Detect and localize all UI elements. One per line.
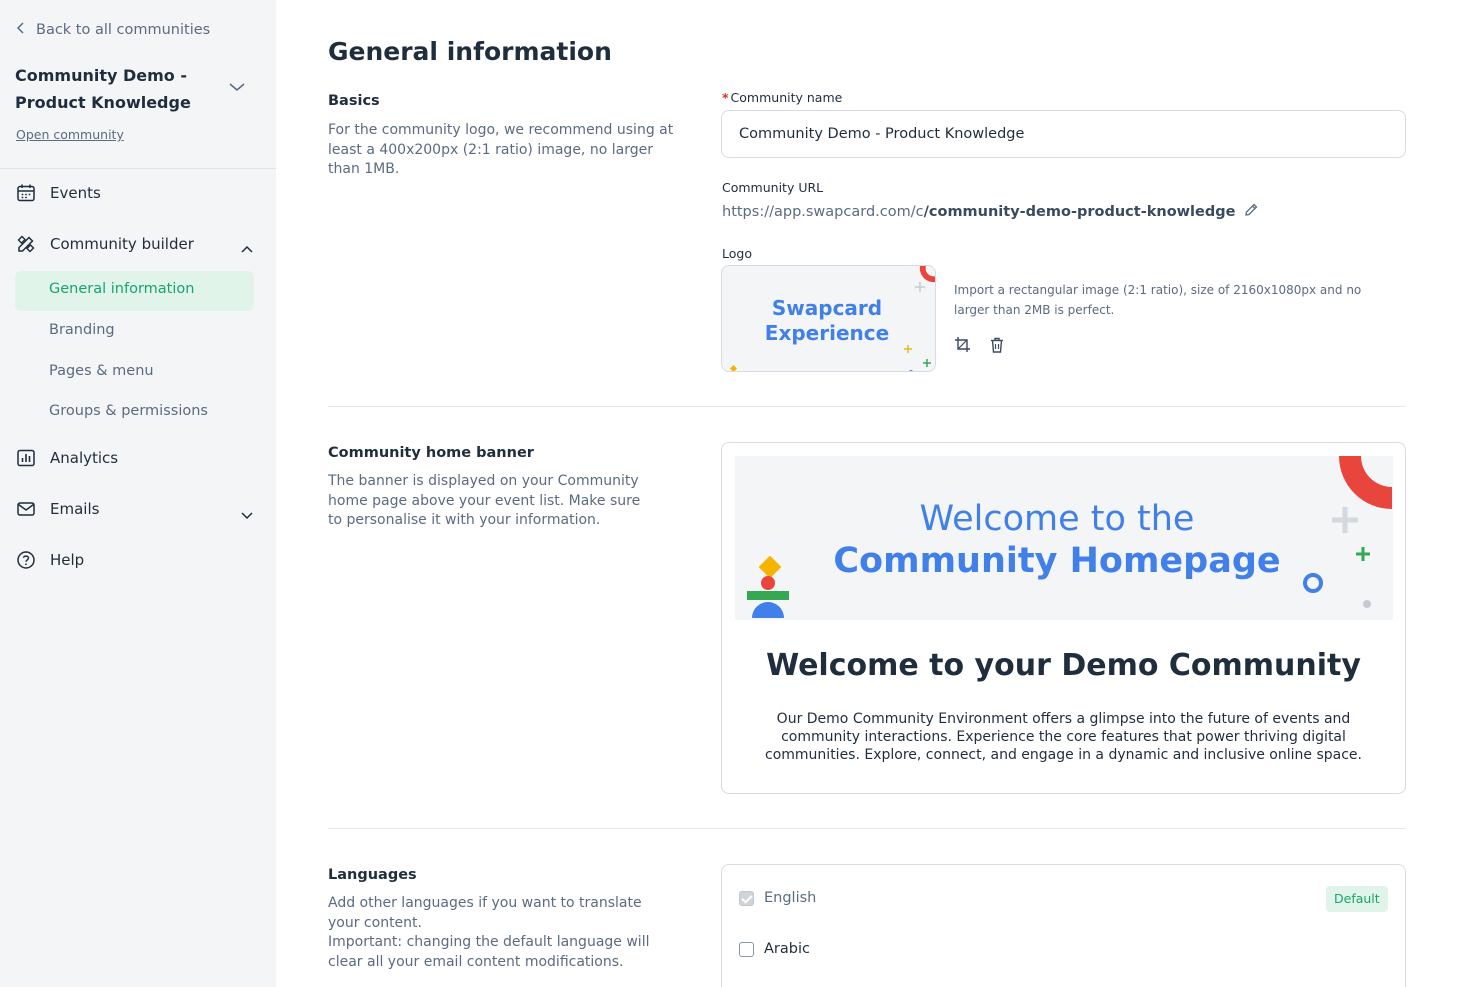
logo-text: Swapcard Experience: [722, 296, 932, 346]
required-marker: *: [722, 90, 729, 105]
languages-section-description: Add other languages if you want to trans…: [328, 894, 668, 972]
basics-section-title: Basics: [328, 93, 380, 109]
trash-icon[interactable]: [988, 336, 1006, 358]
back-to-communities-link[interactable]: Back to all communities: [16, 22, 210, 38]
banner-section-title: Community home banner: [328, 445, 534, 461]
crop-icon[interactable]: [954, 336, 972, 358]
community-title: Community Demo - Product Knowledge: [15, 66, 191, 112]
logo-text-line1: Swapcard: [771, 296, 883, 320]
language-option-english[interactable]: English: [739, 890, 816, 906]
banner-image-line1: Welcome to the: [919, 499, 1195, 539]
banner-section-description: The banner is displayed on your Communit…: [328, 473, 641, 528]
language-label: English: [764, 890, 817, 906]
logo-text-line2: Experience: [764, 321, 890, 345]
page-title: General information: [328, 37, 612, 66]
banner-image-line2: Community Homepage: [833, 541, 1281, 581]
sidebar: Back to all communities Community Demo -…: [0, 0, 276, 987]
section-divider: [328, 406, 1406, 407]
languages-section-title: Languages: [328, 867, 417, 883]
community-url-text: https://app.swapcard.com/c/community-dem…: [722, 204, 1235, 220]
pencil-ruler-icon: [16, 234, 36, 254]
url-prefix: https://app.swapcard.com/c: [722, 204, 924, 220]
community-url: https://app.swapcard.com/c/community-dem…: [722, 202, 1259, 222]
banner-heading: Welcome to your Demo Community: [766, 648, 1361, 683]
sidebar-item-label: Events: [50, 184, 101, 202]
banner-body: Our Demo Community Environment offers a …: [765, 711, 1362, 763]
sidebar-subitem-general-information[interactable]: General information: [49, 281, 194, 297]
sidebar-subitem-branding[interactable]: Branding: [49, 322, 115, 338]
community-url-label: Community URL: [722, 180, 824, 195]
open-community-link[interactable]: Open community: [16, 127, 124, 142]
sidebar-divider: [0, 168, 276, 169]
basics-section-description: For the community logo, we recommend usi…: [328, 122, 674, 177]
main-content: General information Basics For the commu…: [276, 0, 1480, 987]
banner-image: Welcome to the Community Homepage: [735, 456, 1393, 620]
chevron-down-icon[interactable]: [240, 505, 254, 524]
section-divider: [328, 828, 1406, 829]
url-slug: /community-demo-product-knowledge: [923, 204, 1236, 220]
languages-card: English Default Arabic: [721, 864, 1406, 987]
community-name-input[interactable]: [721, 110, 1406, 158]
community-name-label-text: Community name: [730, 90, 843, 105]
banner-preview-card[interactable]: Welcome to the Community Homepage Welcom…: [721, 442, 1406, 794]
language-option-arabic[interactable]: Arabic: [739, 941, 810, 957]
sidebar-item-community-builder[interactable]: Community builder: [16, 234, 194, 254]
sidebar-subitem-pages-menu[interactable]: Pages & menu: [49, 363, 154, 379]
sidebar-item-events[interactable]: Events: [16, 183, 101, 203]
languages-description-line2: Important: changing the default language…: [328, 934, 650, 970]
sidebar-item-emails[interactable]: Emails: [16, 499, 99, 519]
edit-pencil-icon[interactable]: [1243, 202, 1259, 222]
sidebar-item-analytics[interactable]: Analytics: [16, 448, 118, 468]
logo-actions: [954, 336, 1006, 358]
sidebar-item-help[interactable]: Help: [16, 550, 84, 570]
sidebar-item-label: Help: [50, 551, 85, 569]
chevron-up-icon[interactable]: [240, 240, 254, 259]
default-language-badge: Default: [1326, 886, 1388, 912]
languages-description-line1: Add other languages if you want to trans…: [328, 895, 642, 931]
sidebar-item-label: Analytics: [50, 449, 119, 467]
language-label: Arabic: [764, 941, 810, 957]
app-root: Back to all communities Community Demo -…: [0, 0, 1480, 987]
chevron-left-icon: [16, 22, 26, 38]
calendar-icon: [16, 183, 36, 203]
checkbox-checked-disabled[interactable]: [739, 890, 754, 906]
sidebar-item-label: Community builder: [50, 235, 194, 253]
logo-preview[interactable]: Swapcard Experience: [721, 265, 936, 372]
help-circle-icon: [16, 550, 36, 570]
community-name-label: * Community name: [722, 90, 842, 105]
checkbox[interactable]: [739, 941, 754, 957]
sidebar-subitem-groups-permissions[interactable]: Groups & permissions: [49, 403, 208, 419]
envelope-icon: [16, 499, 36, 519]
logo-hint: Import a rectangular image (2:1 ratio), …: [954, 283, 1362, 317]
logo-label: Logo: [722, 246, 752, 261]
community-switcher-chevron-icon[interactable]: [228, 78, 246, 97]
sidebar-item-label: Emails: [50, 500, 100, 518]
back-link-label: Back to all communities: [36, 22, 211, 38]
bar-chart-icon: [16, 448, 36, 468]
